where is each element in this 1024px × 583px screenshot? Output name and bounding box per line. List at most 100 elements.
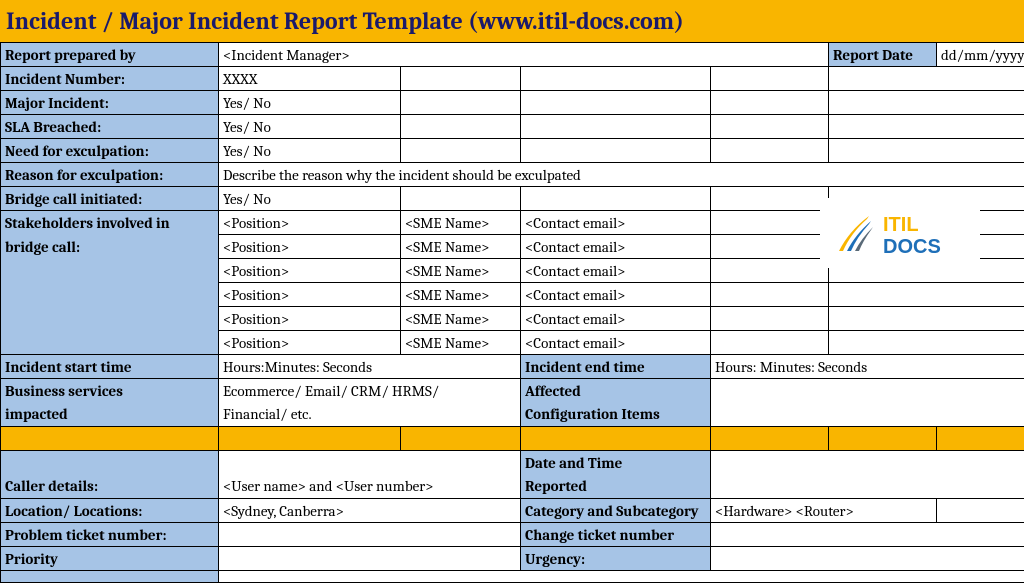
cell[interactable] — [829, 331, 1024, 355]
cell[interactable] — [829, 91, 1024, 115]
cell[interactable] — [401, 67, 521, 91]
ci-value[interactable] — [711, 379, 1024, 403]
cell[interactable] — [521, 91, 711, 115]
logo-itil-text: ITIL — [883, 214, 919, 236]
ci-value[interactable] — [711, 403, 1024, 427]
caller-value[interactable] — [219, 451, 521, 475]
stakeholder-sme[interactable]: <SME Name> — [401, 307, 521, 331]
cell[interactable] — [711, 91, 829, 115]
date-reported-label: Date and Time — [521, 451, 711, 475]
cell[interactable] — [829, 67, 1024, 91]
stakeholder-email[interactable]: <Contact email> — [521, 259, 711, 283]
prepared-by-label: Report prepared by — [1, 43, 219, 67]
major-incident-label: Major Incident: — [1, 91, 219, 115]
cell[interactable] — [521, 67, 711, 91]
stakeholder-email[interactable]: <Contact email> — [521, 307, 711, 331]
stakeholder-email[interactable]: <Contact email> — [521, 235, 711, 259]
stakeholder-position[interactable]: <Position> — [219, 283, 401, 307]
ci-label: Affected — [521, 379, 711, 403]
cell[interactable] — [401, 115, 521, 139]
start-time-value[interactable]: Hours:Minutes: Seconds — [219, 355, 521, 379]
page-title: Incident / Major Incident Report Templat… — [6, 7, 684, 35]
cell[interactable] — [521, 187, 711, 211]
cell[interactable] — [711, 283, 829, 307]
date-reported-label: Reported — [521, 475, 711, 499]
location-label: Location/ Locations: — [1, 499, 219, 523]
caller-label — [1, 451, 219, 475]
cell[interactable] — [711, 187, 829, 211]
stakeholder-sme[interactable]: <SME Name> — [401, 259, 521, 283]
stakeholder-email[interactable]: <Contact email> — [521, 283, 711, 307]
cell[interactable] — [711, 235, 829, 259]
divider — [937, 427, 1024, 451]
change-ticket-value[interactable] — [711, 523, 1024, 547]
major-incident-value[interactable]: Yes/ No — [219, 91, 401, 115]
date-reported-value[interactable] — [711, 451, 1024, 475]
report-date-value[interactable]: dd/mm/yyyy — [937, 43, 1024, 67]
stakeholder-sme[interactable]: <SME Name> — [401, 211, 521, 235]
category-value[interactable]: <Hardware> <Router> — [711, 499, 937, 523]
title-bar: Incident / Major Incident Report Templat… — [0, 0, 1024, 42]
business-impact-value[interactable]: Financial/ etc. — [219, 403, 521, 427]
report-table: Report prepared by <Incident Manager> Re… — [0, 42, 1024, 583]
priority-value[interactable] — [219, 547, 521, 571]
cell[interactable] — [401, 91, 521, 115]
problem-ticket-label: Problem ticket number: — [1, 523, 219, 547]
business-impact-value[interactable]: Ecommerce/ Email/ CRM/ HRMS/ — [219, 379, 521, 403]
stakeholder-position[interactable]: <Position> — [219, 331, 401, 355]
reason-exculpation-value[interactable]: Describe the reason why the incident sho… — [219, 163, 1024, 187]
stakeholders-label — [1, 307, 219, 331]
stakeholders-label — [1, 259, 219, 283]
problem-ticket-value[interactable] — [219, 523, 521, 547]
cell[interactable] — [711, 211, 829, 235]
stakeholder-position[interactable]: <Position> — [219, 235, 401, 259]
cell[interactable] — [829, 283, 1024, 307]
divider — [219, 427, 401, 451]
bridge-call-value[interactable]: Yes/ No — [219, 187, 401, 211]
cell[interactable] — [711, 307, 829, 331]
cell[interactable] — [521, 139, 711, 163]
divider — [829, 427, 937, 451]
stakeholder-sme[interactable]: <SME Name> — [401, 283, 521, 307]
report-date-label: Report Date — [829, 43, 937, 67]
divider — [711, 427, 829, 451]
stakeholder-email[interactable]: <Contact email> — [521, 211, 711, 235]
divider — [521, 427, 711, 451]
end-time-label: Incident end time — [521, 355, 711, 379]
priority-label: Priority — [1, 547, 219, 571]
date-reported-value[interactable] — [711, 475, 1024, 499]
end-time-value[interactable]: Hours: Minutes: Seconds — [711, 355, 1024, 379]
stakeholders-label: Stakeholders involved in — [1, 211, 219, 235]
stakeholder-position[interactable]: <Position> — [219, 307, 401, 331]
stakeholder-sme[interactable]: <SME Name> — [401, 235, 521, 259]
stakeholder-email[interactable]: <Contact email> — [521, 331, 711, 355]
cell[interactable] — [711, 331, 829, 355]
cell[interactable] — [829, 139, 1024, 163]
caller-value[interactable]: <User name> and <User number> — [219, 475, 521, 499]
cell[interactable] — [401, 139, 521, 163]
cell[interactable] — [401, 187, 521, 211]
cell[interactable] — [937, 499, 1024, 523]
incident-number-value[interactable]: XXXX — [219, 67, 401, 91]
cell[interactable] — [521, 115, 711, 139]
divider — [401, 427, 521, 451]
need-exculpation-value[interactable]: Yes/ No — [219, 139, 401, 163]
urgency-label: Urgency: — [521, 547, 711, 571]
stakeholder-position[interactable]: <Position> — [219, 259, 401, 283]
location-value[interactable]: <Sydney, Canberra> — [219, 499, 521, 523]
cell[interactable] — [829, 115, 1024, 139]
incident-number-label: Incident Number: — [1, 67, 219, 91]
cell[interactable] — [711, 67, 829, 91]
cell[interactable] — [711, 139, 829, 163]
cell[interactable] — [711, 259, 829, 283]
prepared-by-value[interactable]: <Incident Manager> — [219, 43, 829, 67]
exec-summary-value[interactable] — [219, 571, 1024, 583]
stakeholder-sme[interactable]: <SME Name> — [401, 331, 521, 355]
cell[interactable] — [829, 307, 1024, 331]
stakeholders-label: bridge call: — [1, 235, 219, 259]
sla-breached-value[interactable]: Yes/ No — [219, 115, 401, 139]
divider — [1, 427, 219, 451]
urgency-value[interactable] — [711, 547, 1024, 571]
stakeholder-position[interactable]: <Position> — [219, 211, 401, 235]
cell[interactable] — [711, 115, 829, 139]
